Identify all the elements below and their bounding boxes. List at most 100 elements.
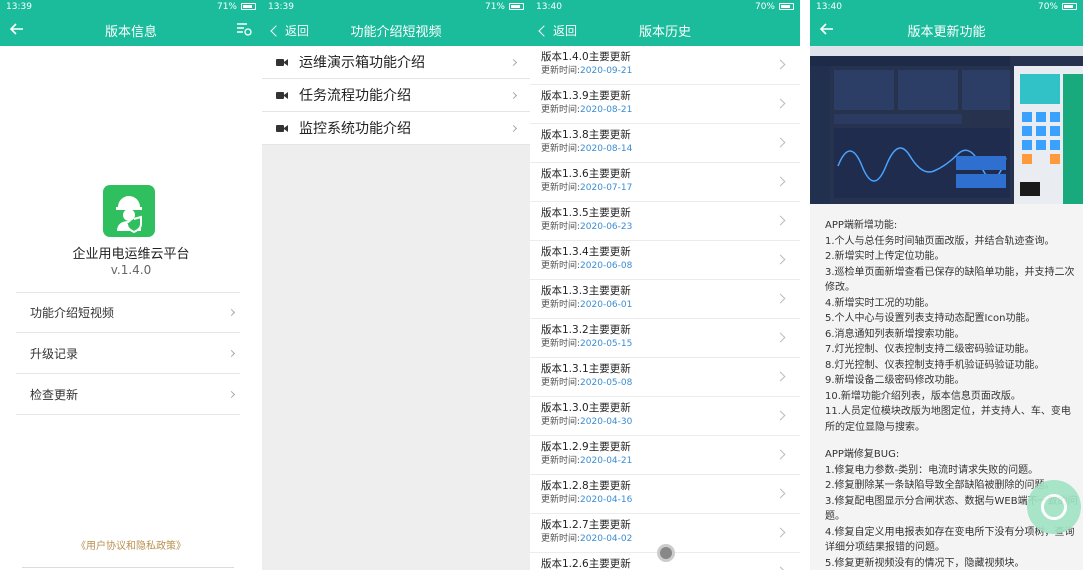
update-time: 更新时间:2020-04-16 [541,493,790,507]
update-date: 2020-05-15 [580,339,633,349]
note-line: 9.新增设备二级密码修改功能。 [825,375,965,386]
version-title: 版本1.3.2主要更新 [541,324,631,336]
update-time: 更新时间:2020-06-08 [541,259,790,273]
menu-item-upgrade-log[interactable]: 升级记录 [16,333,240,374]
version-title: 版本1.3.5主要更新 [541,207,631,219]
update-time: 更新时间:2020-06-01 [541,298,790,312]
status-bar: 13:39 71% [262,0,530,13]
note-line: 5.修复更新视频没有的情况下，隐藏视频块。 [825,557,1025,569]
item-label: 监控系统功能介绍 [299,121,411,137]
update-time: 更新时间:2020-08-21 [541,103,790,117]
assistant-icon [1041,494,1067,520]
update-time: 更新时间:2020-05-08 [541,376,790,390]
app-logo [103,185,155,237]
table-row[interactable]: 版本1.3.4主要更新 更新时间:2020-06-08 [530,241,800,280]
chevron-right-icon [509,58,518,66]
status-bar: 13:39 71% [0,0,262,13]
version-history-screen: 13:40 70% 返回 版本历史 版本1.4.0主要更新 更新时间:2020-0… [530,0,800,570]
update-time: 更新时间:2020-07-17 [541,181,790,195]
table-row[interactable]: 版本1.4.0主要更新 更新时间:2020-09-21 [530,46,800,85]
menu-item-check-update[interactable]: 检查更新 [16,374,240,415]
update-time-label: 更新时间: [541,222,581,232]
note-line: 2.新增实时上传定位功能。 [825,251,945,262]
header-bar: 版本更新功能 [810,13,1083,46]
version-title: 版本1.3.0主要更新 [541,402,631,414]
chevron-right-icon [227,308,236,317]
note-line: 1.修复电力参数-类别：电流时请求失败的问题。 [825,464,1039,476]
menu-item-label: 检查更新 [30,387,79,402]
version-title: 版本1.2.9主要更新 [541,441,631,453]
floating-assistant-button[interactable] [1027,480,1081,534]
update-date: 2020-04-02 [580,534,633,544]
privacy-policy-link[interactable]: 《用户协议和隐私政策》 [0,537,262,552]
note-line: 10.新增功能介绍列表，版本信息页面改版。 [825,390,1021,402]
update-time-label: 更新时间: [541,261,581,271]
list-item[interactable]: 任务流程功能介绍 [262,79,530,112]
menu-list-icon[interactable] [236,22,252,36]
status-bar: 13:40 70% [810,0,1083,13]
battery-text: 71% [216,1,237,12]
table-row[interactable]: 版本1.3.3主要更新 更新时间:2020-06-01 [530,280,800,319]
update-time: 更新时间:2020-09-21 [541,64,790,78]
chevron-right-icon [227,390,236,398]
version-title: 版本1.4.0主要更新 [541,51,631,63]
note-line: 6.消息通知列表新增搜索功能。 [825,328,965,340]
table-row[interactable]: 版本1.3.8主要更新 更新时间:2020-08-14 [530,124,800,163]
version-title: 版本1.3.4主要更新 [541,246,631,258]
new-features-list: 1.个人与总任务时间轴页面改版，并结合轨迹查询。 2.新增实时上传定位功能。 3.巡… [825,234,1079,436]
table-row[interactable]: 版本1.3.5主要更新 更新时间:2020-06-23 [530,202,800,241]
table-row[interactable]: 版本1.3.9主要更新 更新时间:2020-08-21 [530,85,800,124]
version-title: 版本1.3.6主要更新 [541,168,631,180]
menu-item-label: 升级记录 [30,346,79,361]
battery-text: 71% [484,1,505,12]
update-date: 2020-06-23 [580,222,633,232]
feature-preview-image [810,46,1083,204]
divider [22,567,234,568]
page-title: 版本信息 [104,25,157,40]
header-bar: 返回 版本历史 [530,13,800,46]
feature-videos-screen: 13:39 71% 返回 功能介绍短视频 运维演示箱功能介绍 任务流程功能介绍 … [262,0,530,570]
version-title: 版本1.3.3主要更新 [541,285,631,297]
table-row[interactable]: 版本1.2.9主要更新 更新时间:2020-04-21 [530,436,800,475]
table-row[interactable]: 版本1.3.2主要更新 更新时间:2020-05-15 [530,319,800,358]
version-title: 版本1.3.8主要更新 [541,129,631,141]
update-time: 更新时间:2020-04-21 [541,454,790,468]
version-title: 版本1.3.1主要更新 [541,363,631,375]
table-row[interactable]: 版本1.3.1主要更新 更新时间:2020-05-08 [530,358,800,397]
page-title: 版本更新功能 [907,25,986,40]
update-time-label: 更新时间: [541,378,581,388]
update-time-label: 更新时间: [541,183,581,193]
table-row[interactable]: 版本1.3.0主要更新 更新时间:2020-04-30 [530,397,800,436]
status-time: 13:40 [536,1,562,12]
battery-text: 70% [1037,1,1058,12]
update-time-label: 更新时间: [541,300,581,310]
chevron-right-icon [227,349,236,357]
note-line: 8.灯光控制、仪表控制支持手机验证码验证功能。 [825,359,1045,371]
note-line: 7.灯光控制、仪表控制支持二级密码验证功能。 [825,344,1035,355]
page-title: 版本历史 [638,25,691,40]
table-row[interactable]: 版本1.2.8主要更新 更新时间:2020-04-16 [530,475,800,514]
list-item[interactable]: 运维演示箱功能介绍 [262,46,530,79]
update-date: 2020-08-21 [580,105,633,115]
menu-item-feature-videos[interactable]: 功能介绍短视频 [16,292,240,333]
version-title: 版本1.2.8主要更新 [541,480,631,492]
note-line: 3.巡检单页面新增查看已保存的缺陷单功能，并支持二次修改。 [825,266,1075,294]
battery-icon [779,3,794,10]
update-time-label: 更新时间: [541,534,581,544]
update-time-label: 更新时间: [541,339,581,349]
chevron-right-icon [509,124,518,132]
header-bar: 返回 功能介绍短视频 [262,13,530,46]
header-bar: 版本信息 [0,13,262,46]
status-time: 13:39 [6,1,32,12]
table-row[interactable]: 版本1.3.6主要更新 更新时间:2020-07-17 [530,163,800,202]
page-title: 功能介绍短视频 [350,25,442,40]
app-version: v.1.4.0 [110,263,152,277]
video-camera-icon [276,124,288,132]
item-label: 任务流程功能介绍 [299,88,411,104]
list-item[interactable]: 监控系统功能介绍 [262,112,530,145]
update-date: 2020-06-01 [580,300,633,310]
update-time-label: 更新时间: [541,456,581,466]
status-time: 13:40 [816,1,842,12]
update-time-label: 更新时间: [541,66,581,76]
history-list: 版本1.4.0主要更新 更新时间:2020-09-21 版本1.3.9主要更新 更新时… [530,46,800,570]
